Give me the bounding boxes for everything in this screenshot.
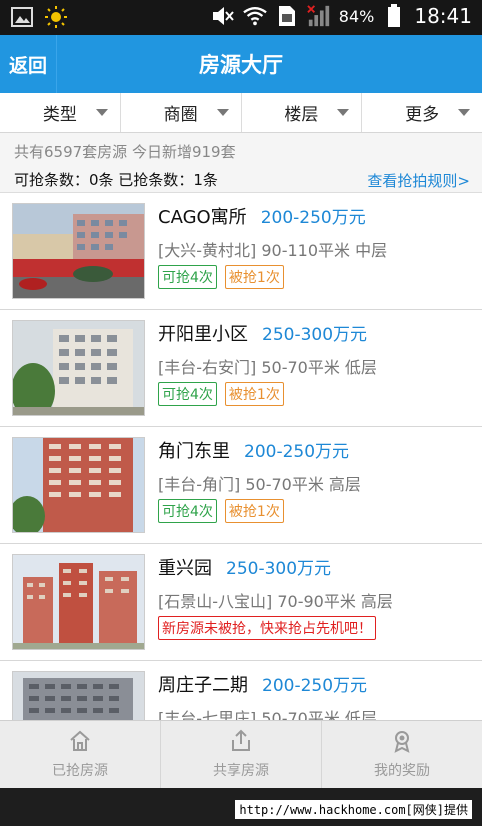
- status-bar: 84% 18:41: [0, 0, 482, 35]
- nav-grabbed-listings[interactable]: 已抢房源: [0, 721, 161, 788]
- property-photo: [12, 437, 145, 533]
- grab-available-tag: 可抢4次: [158, 265, 217, 289]
- filter-floor[interactable]: 楼层: [242, 93, 363, 132]
- grab-available-tag: 可抢4次: [158, 499, 217, 523]
- rules-link[interactable]: 查看抢拍规则>: [367, 170, 470, 191]
- nav-label: 我的奖励: [374, 763, 430, 779]
- image-icon: [10, 5, 34, 29]
- list-item[interactable]: 角门东里 200-250万元 [丰台-角门] 50-70平米 高层 可抢4次 被抢…: [0, 427, 482, 544]
- nav-shared-listings[interactable]: 共享房源: [161, 721, 322, 788]
- mute-icon: [211, 4, 235, 28]
- property-name: 周庄子二期: [158, 675, 248, 696]
- property-price: 200-250万元: [260, 208, 366, 228]
- listing-list: CAGO寓所 200-250万元 [大兴-黄村北] 90-110平米 中层 可抢4…: [0, 193, 482, 778]
- filter-label: 类型: [42, 105, 77, 125]
- dropdown-arrow-icon: [216, 109, 229, 116]
- share-icon: [229, 729, 253, 757]
- property-name: 开阳里小区: [158, 324, 248, 345]
- brightness-icon: [44, 5, 68, 29]
- filter-district[interactable]: 商圈: [121, 93, 242, 132]
- dropdown-arrow-icon: [337, 109, 350, 116]
- filter-type[interactable]: 类型: [0, 93, 121, 132]
- watermark: http://www.hackhome.com[网侠]提供: [235, 800, 472, 819]
- property-name: 重兴园: [158, 558, 212, 579]
- title-bar: 房源大厅 返回: [0, 35, 482, 93]
- filter-label: 楼层: [284, 105, 319, 125]
- dropdown-arrow-icon: [95, 109, 108, 116]
- filter-label: 更多: [405, 105, 440, 125]
- filter-more[interactable]: 更多: [362, 93, 482, 132]
- app-screen: 房源大厅 返回 类型 商圈 楼层 更多 共有6597套房源 今日新增919套 可…: [0, 35, 482, 788]
- property-name: CAGO寓所: [158, 207, 247, 228]
- list-item[interactable]: 开阳里小区 250-300万元 [丰台-右安门] 50-70平米 低层 可抢4次 …: [0, 310, 482, 427]
- new-listing-tag: 新房源未被抢，快来抢占先机吧！: [158, 616, 376, 640]
- nav-label: 共享房源: [213, 763, 269, 779]
- wifi-icon: [243, 4, 267, 28]
- grab-available-tag: 可抢4次: [158, 382, 217, 406]
- property-meta: [丰台-角门] 50-70平米 高层: [158, 475, 361, 494]
- back-button[interactable]: 返回: [0, 35, 57, 93]
- property-meta: [石景山-八宝山] 70-90平米 高层: [158, 592, 393, 611]
- home-icon: [68, 729, 92, 757]
- property-price: 200-250万元: [262, 676, 368, 696]
- page-title: 房源大厅: [199, 53, 283, 77]
- list-item[interactable]: 重兴园 250-300万元 [石景山-八宝山] 70-90平米 高层 新房源未被抢…: [0, 544, 482, 661]
- property-photo: [12, 554, 145, 650]
- property-name: 角门东里: [158, 441, 230, 462]
- sim-icon: [275, 4, 299, 28]
- grabbed-count-tag: 被抢1次: [224, 499, 284, 523]
- nav-label: 已抢房源: [52, 763, 108, 779]
- battery-icon: [382, 4, 406, 28]
- bottom-nav: 已抢房源 共享房源 我的奖励: [0, 720, 482, 788]
- grabbed-count-tag: 被抢1次: [224, 265, 284, 289]
- nav-my-rewards[interactable]: 我的奖励: [322, 721, 482, 788]
- property-meta: [大兴-黄村北] 90-110平米 中层: [158, 241, 388, 260]
- property-price: 200-250万元: [244, 442, 350, 462]
- property-meta: [丰台-右安门] 50-70平米 低层: [158, 358, 377, 377]
- property-photo: [12, 203, 145, 299]
- property-photo: [12, 320, 145, 416]
- clock: 18:41: [414, 4, 472, 28]
- grabbed-count-tag: 被抢1次: [224, 382, 284, 406]
- filter-label: 商圈: [163, 105, 198, 125]
- summary-panel: 共有6597套房源 今日新增919套 可抢条数：0条 已抢条数：1条 查看抢拍规…: [0, 133, 482, 193]
- award-icon: [390, 729, 414, 757]
- listing-totals: 共有6597套房源 今日新增919套: [14, 143, 236, 161]
- list-item[interactable]: CAGO寓所 200-250万元 [大兴-黄村北] 90-110平米 中层 可抢4…: [0, 193, 482, 310]
- property-price: 250-300万元: [226, 559, 332, 579]
- signal-icon: [307, 4, 331, 28]
- dropdown-arrow-icon: [458, 109, 470, 116]
- property-price: 250-300万元: [262, 325, 368, 345]
- battery-text: 84%: [338, 6, 375, 26]
- filter-bar: 类型 商圈 楼层 更多: [0, 93, 482, 133]
